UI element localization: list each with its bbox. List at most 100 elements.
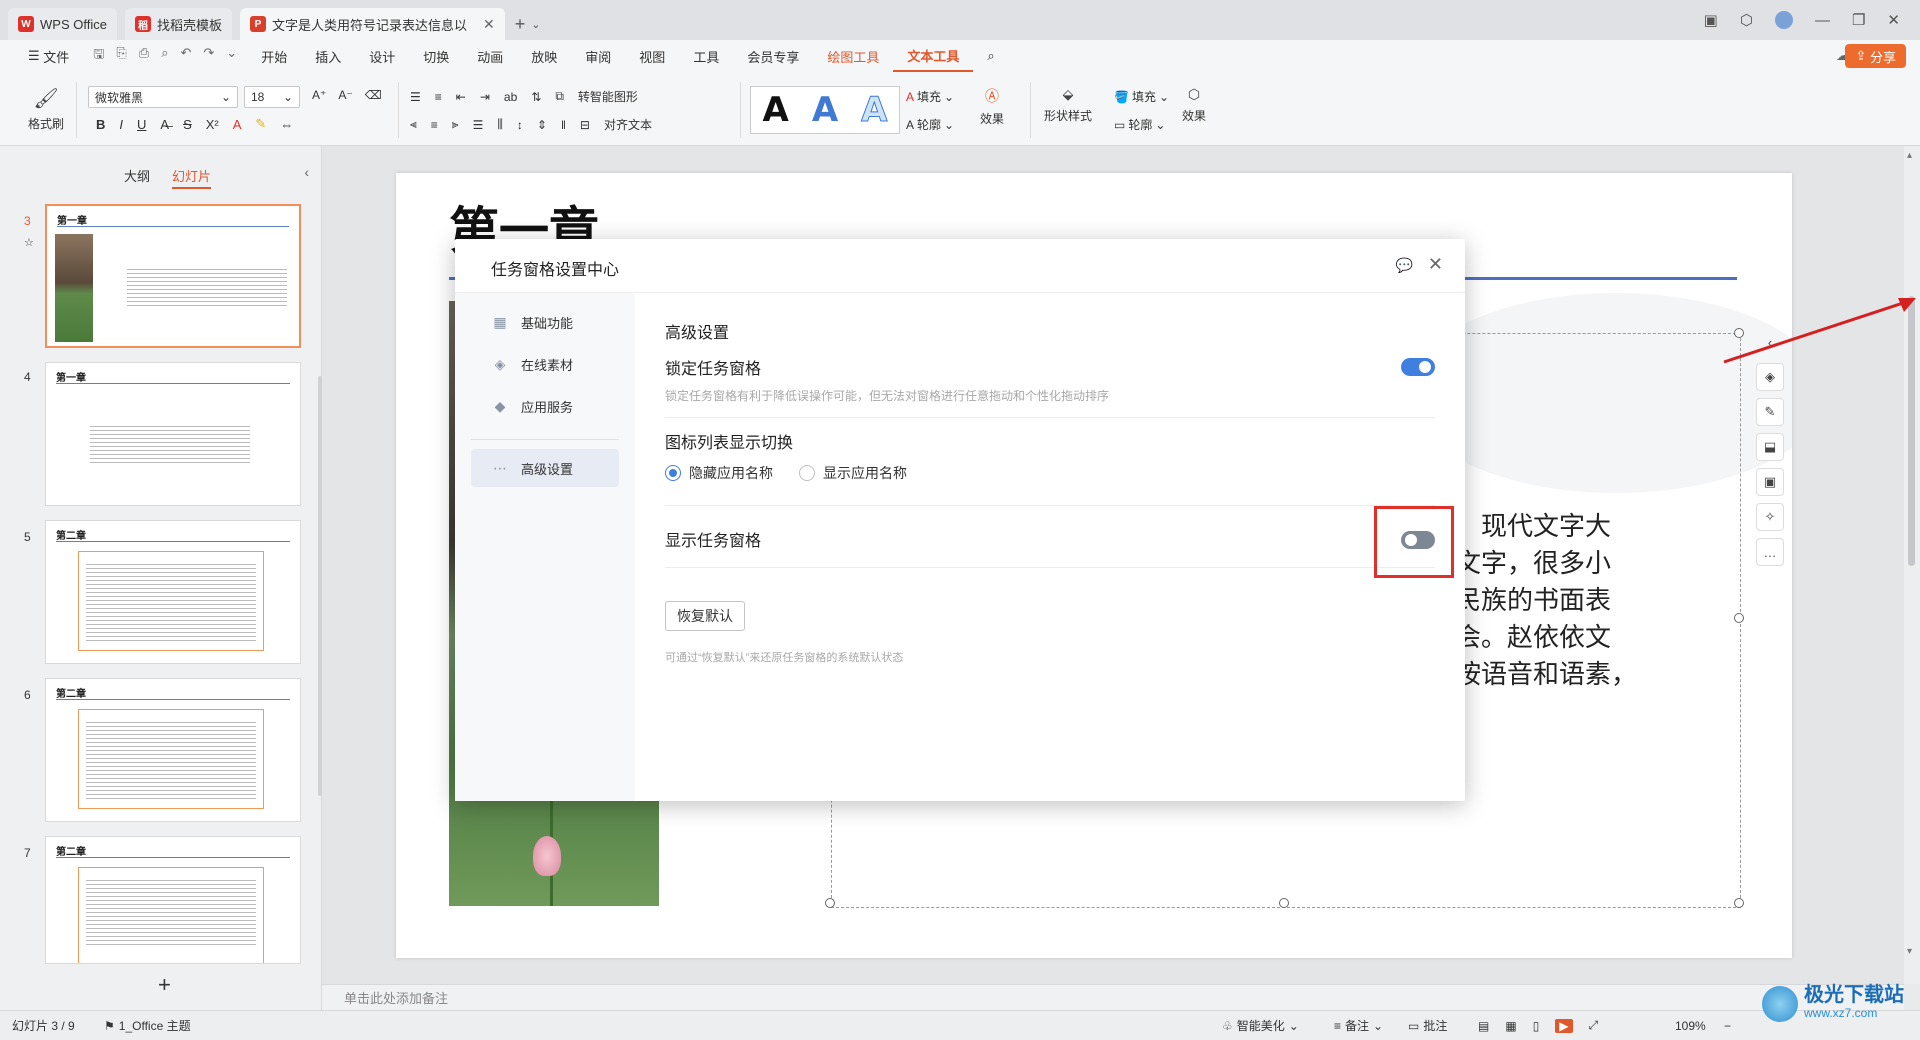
align-right-icon[interactable]: ⫸ xyxy=(452,117,459,132)
highlight-color-icon[interactable]: ✎ xyxy=(255,116,266,132)
justify-icon[interactable]: ☰ xyxy=(473,118,484,132)
numbered-list-icon[interactable]: ≡ xyxy=(435,90,442,104)
menu-review[interactable]: 审阅 xyxy=(571,40,625,72)
resize-handle[interactable] xyxy=(1734,898,1744,908)
sort-icon[interactable]: ⇅ xyxy=(531,90,541,104)
fit-icon[interactable]: ⤢ xyxy=(1589,1018,1599,1033)
menu-tools[interactable]: 工具 xyxy=(679,40,733,72)
menu-file[interactable]: ☰ 文件 xyxy=(14,40,83,72)
wordart-style-blue[interactable]: A xyxy=(812,90,838,130)
menu-drawing-tools[interactable]: 绘图工具 xyxy=(813,40,893,72)
slide-thumbnail-5[interactable]: 第二章 xyxy=(45,520,301,664)
text-direction-icon[interactable]: ab xyxy=(504,90,517,104)
window-close-icon[interactable]: ✕ xyxy=(1887,11,1900,29)
undo-icon[interactable]: ↶ xyxy=(180,45,191,67)
decrease-indent-icon[interactable]: ⇤ xyxy=(456,90,466,104)
tab-slides[interactable]: 幻灯片 xyxy=(172,166,212,189)
italic-icon[interactable]: I xyxy=(119,117,123,132)
reading-view-icon[interactable]: ▯ xyxy=(1533,1019,1540,1033)
shape-outline-button[interactable]: ▭ 轮廓 ⌄ xyxy=(1114,116,1165,133)
menu-view[interactable]: 视图 xyxy=(625,40,679,72)
line-spacing-icon[interactable]: ↕ xyxy=(517,118,523,132)
sorter-view-icon[interactable]: ▦ xyxy=(1505,1019,1516,1033)
magic-icon[interactable]: ✧ xyxy=(1756,503,1784,531)
grow-font-icon[interactable]: A⁺ xyxy=(312,88,326,102)
paragraph-spacing-icon[interactable]: ⇕ xyxy=(537,118,547,132)
share-button[interactable]: ⇪ 分享 xyxy=(1845,44,1906,68)
play-icon[interactable]: ▶ xyxy=(1555,1018,1573,1033)
radio-show-app-name[interactable]: 显示应用名称 xyxy=(799,463,907,483)
pen-icon[interactable]: ✎ xyxy=(1756,398,1784,426)
layout-icon[interactable]: ▣ xyxy=(1704,11,1718,29)
shrink-font-icon[interactable]: A⁻ xyxy=(338,88,352,102)
print-icon[interactable]: ⎙ xyxy=(139,45,149,67)
shape-style-button[interactable]: ⬙ 形状样式 xyxy=(1044,86,1092,124)
sidebar-item-basic[interactable]: ▦ 基础功能 xyxy=(471,303,619,341)
underline-icon[interactable]: U xyxy=(137,117,146,132)
shape-fill-button[interactable]: 🪣 填充 ⌄ xyxy=(1114,88,1169,105)
sidebar-item-app-services[interactable]: ◆ 应用服务 xyxy=(471,387,619,425)
notes-pane[interactable]: 单击此处添加备注 xyxy=(322,984,1904,1010)
tab-wps-office[interactable]: W WPS Office xyxy=(8,8,117,40)
align-left-icon[interactable]: ⫷ xyxy=(410,117,417,132)
scroll-up-icon[interactable]: ▴ xyxy=(1907,150,1912,161)
star-icon[interactable]: ☆ xyxy=(24,236,34,249)
search-icon[interactable]: ⌕ xyxy=(973,40,1008,72)
text-shadow-icon[interactable]: A̶ xyxy=(160,117,169,132)
radio-hide-app-name[interactable]: 隐藏应用名称 xyxy=(665,463,773,483)
bold-icon[interactable]: B xyxy=(96,117,105,132)
comments-button[interactable]: ▭ 批注 xyxy=(1408,1017,1447,1034)
preview-icon[interactable]: ⌕ xyxy=(161,45,168,67)
smart-shape-icon[interactable]: ⧉ xyxy=(555,89,564,104)
export-icon[interactable]: ⎘ xyxy=(116,45,126,67)
vertical-scrollbar[interactable]: ▴ ▾ xyxy=(1904,146,1920,984)
slide-thumbnail-6[interactable]: 第二章 xyxy=(45,678,301,822)
theme-indicator[interactable]: ⚑ 1_Office 主题 xyxy=(104,1017,191,1034)
new-tab-button[interactable]: + ⌄ xyxy=(505,8,551,40)
radio-button[interactable] xyxy=(799,465,815,481)
notes-button[interactable]: ≡ 备注 ⌄ xyxy=(1334,1017,1383,1034)
distribute-icon[interactable]: ⫼ xyxy=(497,117,503,132)
menu-slideshow[interactable]: 放映 xyxy=(517,40,571,72)
radio-button[interactable] xyxy=(665,465,681,481)
align-text-icon[interactable]: ⊟ xyxy=(580,118,590,132)
menu-transition[interactable]: 切换 xyxy=(409,40,463,72)
text-fill-button[interactable]: A 填充 ⌄ xyxy=(906,88,954,105)
align-center-icon[interactable]: ≡ xyxy=(431,118,438,132)
sidebar-item-advanced[interactable]: ⋯ 高级设置 xyxy=(471,449,619,487)
slide-thumbnail-7[interactable]: 第二章 xyxy=(45,836,301,964)
menu-member[interactable]: 会员专享 xyxy=(733,40,813,72)
align-text-label[interactable]: 对齐文本 xyxy=(604,116,652,133)
save-icon[interactable]: 🖫 xyxy=(93,45,104,67)
feedback-icon[interactable]: 💬 xyxy=(1396,257,1413,274)
format-painter-button[interactable]: 🖌 格式刷 xyxy=(28,86,64,132)
lock-pane-toggle[interactable] xyxy=(1401,358,1435,376)
tab-template[interactable]: 稻 找稻壳模板 xyxy=(124,8,232,40)
minimize-icon[interactable]: — xyxy=(1815,12,1830,29)
resize-handle[interactable] xyxy=(1734,613,1744,623)
chevron-down-icon[interactable]: ⌄ xyxy=(226,45,237,67)
frame-icon[interactable]: ▣ xyxy=(1756,468,1784,496)
resize-handle[interactable] xyxy=(1279,898,1289,908)
close-icon[interactable]: ✕ xyxy=(1428,254,1443,275)
more-icon[interactable]: … xyxy=(1756,538,1784,566)
wordart-style-black[interactable]: A xyxy=(763,90,789,130)
column-icon[interactable]: ‖ xyxy=(561,118,566,132)
slide-thumbnail-3[interactable]: 第一章 xyxy=(45,204,301,348)
text-outline-button[interactable]: A 轮廓 ⌄ xyxy=(906,116,954,133)
close-icon[interactable]: ✕ xyxy=(483,16,495,33)
sidebar-item-online-materials[interactable]: ◈ 在线素材 xyxy=(471,345,619,383)
font-color-icon[interactable]: A xyxy=(233,117,242,132)
slide-thumbnail-4[interactable]: 第一章 xyxy=(45,362,301,506)
menu-insert[interactable]: 插入 xyxy=(301,40,355,72)
wordart-style-outline[interactable]: A xyxy=(861,90,888,131)
smart-beautify-button[interactable]: ♧ 智能美化 ⌄ xyxy=(1222,1017,1299,1034)
increase-indent-icon[interactable]: ⇥ xyxy=(480,90,490,104)
chevron-down-icon[interactable]: ⌄ xyxy=(531,18,540,31)
collapse-panel-icon[interactable]: ‹ xyxy=(304,164,309,180)
tab-document[interactable]: P 文字是人类用符号记录表达信息以 ✕ xyxy=(239,8,505,40)
clear-format-icon[interactable]: ⌫ xyxy=(365,88,382,102)
zoom-out-icon[interactable]: − xyxy=(1724,1019,1731,1033)
fill-icon[interactable]: ⬓ xyxy=(1756,433,1784,461)
restore-icon[interactable]: ❐ xyxy=(1852,11,1865,29)
